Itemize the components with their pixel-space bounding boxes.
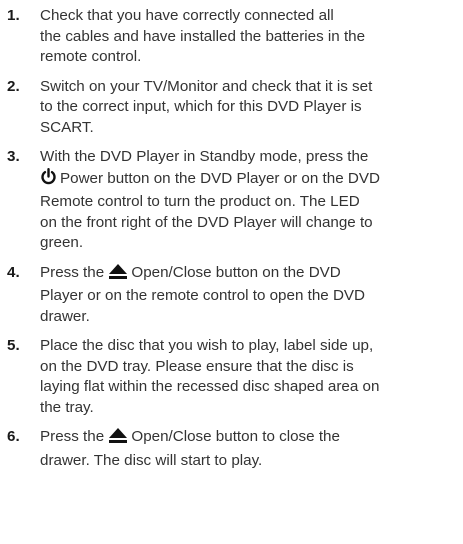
- step-text-line: Player or on the remote control to open …: [40, 287, 366, 304]
- step-text-line: the tray.: [40, 398, 94, 416]
- step-text-line: With the DVD Player in Standby mode, pre…: [40, 148, 369, 165]
- step-text-line: the cables and have installed the batter…: [40, 27, 366, 45]
- instruction-steps: 1. Check that you have correctly connect…: [0, 0, 463, 480]
- step-text-line: green.: [40, 234, 84, 251]
- step-text-segment: Open/Close button on the DVD: [131, 263, 341, 281]
- step-text-line: drawer. The disc will start to play.: [40, 451, 263, 469]
- eject-icon: [108, 427, 128, 451]
- step-text-line: laying flat within the recessed disc sha…: [40, 378, 380, 395]
- step-text-line: Switch on your TV/Monitor and check that…: [40, 77, 373, 95]
- step-number: 5.: [7, 337, 20, 354]
- step-4: 4. Press the Open/Close button on the DV…: [0, 263, 463, 328]
- step-text-line: to the correct input, which for this DVD…: [40, 98, 362, 115]
- step-3: 3. With the DVD Player in Standby mode, …: [0, 147, 463, 254]
- step-text-line: remote control.: [40, 48, 142, 65]
- step-6: 6. Press the Open/Close button to close …: [0, 427, 463, 471]
- step-text-line-with-icon: Press the Open/Close button on the DVD: [40, 263, 455, 287]
- step-text-line: Check that you have correctly connected …: [40, 7, 334, 24]
- step-text-line: on the DVD tray. Please ensure that the …: [40, 357, 354, 375]
- step-number: 6.: [7, 428, 20, 445]
- step-text-line-with-icon: Press the Open/Close button to close the: [40, 427, 455, 451]
- step-text-segment: Power button on the DVD Player or on the…: [60, 169, 380, 187]
- step-text-line: on the front right of the DVD Player wil…: [40, 213, 373, 231]
- step-text-segment: Press the: [40, 428, 105, 445]
- step-number: 4.: [7, 263, 20, 281]
- step-text-line: drawer.: [40, 307, 90, 325]
- step-number: 2.: [7, 77, 20, 95]
- step-text-line: Remote control to turn the product on. T…: [40, 193, 360, 210]
- step-text-line-with-icon: Power button on the DVD Player or on the…: [40, 167, 455, 193]
- step-5: 5. Place the disc that you wish to play,…: [0, 336, 463, 418]
- step-text-line: SCART.: [40, 118, 94, 136]
- power-icon: [40, 167, 57, 193]
- step-2: 2. Switch on your TV/Monitor and check t…: [0, 77, 463, 139]
- step-text-line: Place the disc that you wish to play, la…: [40, 337, 374, 354]
- step-text-segment: Open/Close button to close the: [131, 428, 340, 445]
- step-number: 3.: [7, 148, 20, 165]
- step-text-segment: Press the: [40, 263, 105, 281]
- step-number: 1.: [7, 7, 20, 24]
- step-1: 1. Check that you have correctly connect…: [0, 6, 463, 68]
- eject-icon: [108, 263, 128, 287]
